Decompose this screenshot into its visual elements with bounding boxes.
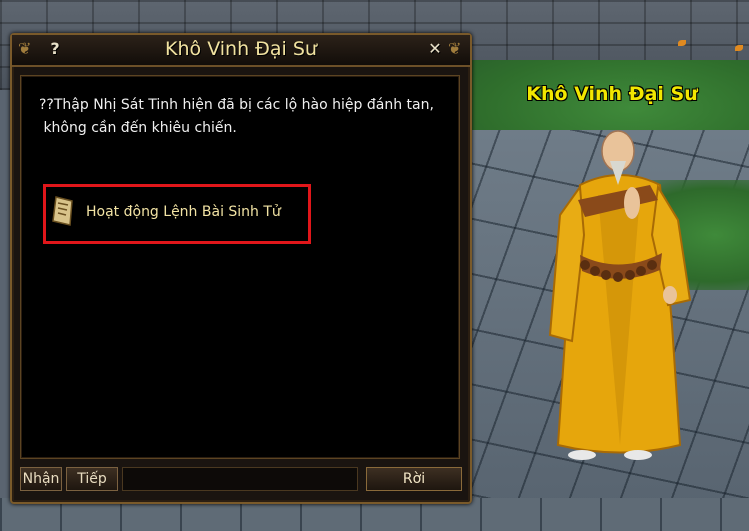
npc-name-label: Khô Vinh Đại Sư xyxy=(526,83,698,105)
npc-dialog-window: ❦ ? Khô Vinh Đại Sư ✕ ❦ ??Thập Nhị Sát T… xyxy=(10,33,472,504)
leave-button[interactable]: Rời xyxy=(366,467,462,491)
dialog-title: Khô Vinh Đại Sư xyxy=(165,38,317,60)
help-button[interactable]: ? xyxy=(42,39,68,59)
monk-npc[interactable] xyxy=(540,125,700,465)
dialog-title-bar[interactable]: ❦ ? Khô Vinh Đại Sư ✕ ❦ xyxy=(12,35,470,67)
token-scroll-icon xyxy=(52,196,73,226)
leaf-decoration xyxy=(735,45,743,51)
dialog-option-label: Hoạt động Lệnh Bài Sinh Tử xyxy=(86,204,281,220)
dialog-option-lenh-bai-sinh-tu[interactable]: Hoạt động Lệnh Bài Sinh Tử xyxy=(43,184,311,244)
accept-button[interactable]: Nhận xyxy=(20,467,62,491)
ornament-left-icon: ❦ xyxy=(18,39,32,58)
dialog-button-bar: Nhận Tiếp Rời xyxy=(20,467,462,493)
dialog-scroll-track[interactable] xyxy=(122,467,358,491)
next-button[interactable]: Tiếp xyxy=(66,467,118,491)
dialog-message: ??Thập Nhị Sát Tinh hiện đã bị các lộ hà… xyxy=(39,97,434,136)
close-button[interactable]: ✕ xyxy=(422,39,448,59)
dialog-content: ??Thập Nhị Sát Tinh hiện đã bị các lộ hà… xyxy=(20,75,460,459)
ornament-right-icon: ❦ xyxy=(448,39,462,58)
leaf-decoration xyxy=(678,40,686,46)
